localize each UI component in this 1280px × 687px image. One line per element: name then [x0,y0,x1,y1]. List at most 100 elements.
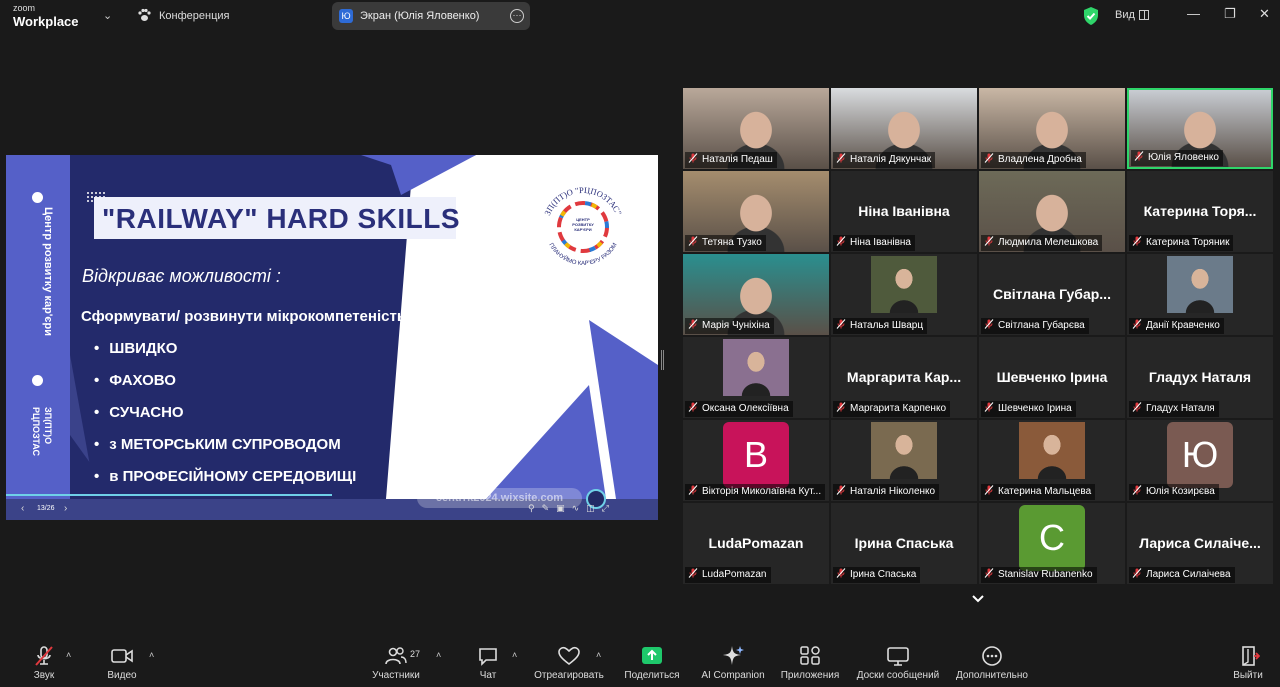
apps-button[interactable]: Приложения [776,637,844,687]
chat-button[interactable]: Чат [466,637,510,687]
chevron-down-icon[interactable]: ⌄ [103,9,112,22]
microphone-muted-icon [836,153,846,163]
close-icon[interactable]: ✕ [1259,6,1270,22]
microphone-muted-icon [1132,402,1142,412]
participant-tile[interactable]: Наталія Дякунчак [831,88,977,169]
next-slide-icon[interactable]: › [64,503,67,514]
sharer-avatar: Ю [339,9,353,23]
previous-slide-icon[interactable]: ‹ [21,503,24,514]
slide-title-box: "RAILWAY" HARD SKILLS [94,197,460,239]
participant-display-name: Маргарита Кар... [846,369,962,385]
participant-name-label: Ірина Спаська [833,567,921,583]
participant-display-name: Ніна Іванівна [858,203,950,219]
participant-name-label: Наталья Шварц [833,318,928,334]
participant-name-label: Світлана Губарєва [981,318,1089,334]
participant-display-name: Гладух Наталя [1148,369,1252,385]
slide-progress-bar [6,494,332,496]
participant-tile[interactable]: Світлана Губар... Світлана Губарєва [979,254,1125,335]
participant-tile[interactable]: Наталія Педаш [683,88,829,169]
view-menu-label[interactable]: Вид [1115,9,1135,21]
participant-tile[interactable]: С Stanislav Rubanenko [979,503,1125,584]
participant-name-label: Лариса Силаічева [1129,567,1235,583]
title-bar: zoom Workplace ⌄ Конференция Ю Экран (Юл… [0,0,1280,34]
video-options-chevron-icon[interactable]: ˄ [149,650,154,660]
participant-name: Юлія Яловенко [1148,152,1219,163]
participant-tile[interactable]: Ірина Спаська Ірина Спаська [831,503,977,584]
participant-tile[interactable]: Владлена Дробна [979,88,1125,169]
meeting-title[interactable]: Конференция [159,10,229,22]
participant-display-name: Світлана Губар... [993,286,1111,302]
microphone-muted-icon [35,646,53,666]
microphone-muted-icon [1132,485,1142,495]
react-options-chevron-icon[interactable]: ˄ [596,650,601,660]
participant-name: Гладух Наталя [1146,403,1215,414]
leave-button[interactable]: Выйти [1226,637,1270,687]
ai-companion-button[interactable]: AI Companion [696,637,770,687]
microphone-muted-icon [1132,319,1142,329]
participant-name-label: Наталія Педаш [685,152,777,168]
participant-tile[interactable]: Катерина Торя... Катерина Торяник [1127,171,1273,252]
participant-name-label: Stanislav Rubanenko [981,567,1097,583]
panel-splitter-handle[interactable] [661,350,664,370]
participant-tile[interactable]: Марія Чуніхіна [683,254,829,335]
participant-tile[interactable]: Шевченко Ірина Шевченко Ірина [979,337,1125,418]
screen-share-indicator[interactable]: Ю Экран (Юлія Яловенко) ··· [332,2,530,30]
participant-name: Лариса Силаічева [1146,569,1231,580]
microphone-muted-icon [984,485,994,495]
participant-tile[interactable]: Лариса Силаіче... Лариса Силаічева [1127,503,1273,584]
shared-screen[interactable]: Центр розвитку кар'єри ЗП(ПТ)О РЦПОЗТАС … [6,155,658,520]
participant-tile[interactable]: Юлія Яловенко [1127,88,1273,169]
participant-tile[interactable]: Ніна Іванівна Ніна Іванівна [831,171,977,252]
whiteboards-button[interactable]: Доски сообщений [850,637,946,687]
microphone-muted-icon [688,153,698,163]
participant-name-label: Людмила Мелешкова [981,235,1103,251]
chat-label: Чат [479,670,497,681]
microphone-muted-icon [836,568,846,578]
participants-label: Участники [372,670,420,681]
participant-tile[interactable]: Людмила Мелешкова [979,171,1125,252]
participant-display-name: Катерина Торя... [1143,203,1257,219]
participant-tile[interactable]: Маргарита Кар... Маргарита Карпенко [831,337,977,418]
mute-label: Звук [33,670,55,681]
participant-name: Катерина Торяник [1146,237,1230,248]
audio-options-chevron-icon[interactable]: ˄ [66,650,71,660]
participant-tile[interactable]: Тетяна Тузко [683,171,829,252]
apps-label: Приложения [780,670,840,681]
view-grid-icon[interactable] [1139,10,1149,20]
apps-icon [800,646,820,665]
meeting-toolbar: Звук ˄ Видео ˄ Участники 27 ˄ Чат ˄ Отре… [0,637,1280,687]
participant-tile[interactable]: В Вікторія Миколаївна Кут... [683,420,829,501]
participant-tile[interactable]: Гладух Наталя Гладух Наталя [1127,337,1273,418]
share-label: Поделиться [624,670,680,681]
participant-name: Світлана Губарєва [998,320,1085,331]
slide-tools-icons[interactable]: ⚲✎▣∿◫⤢ [528,503,616,514]
slide-bullet: ШВИДКО [94,338,356,370]
participant-name: Наталія Ніколенко [850,486,936,497]
participant-name: Наталія Педаш [702,154,773,165]
video-label: Видео [107,670,137,681]
participants-button[interactable]: Участники [366,637,426,687]
ai-companion-label: AI Companion [701,670,765,681]
participant-tile[interactable]: Наталія Ніколенко [831,420,977,501]
more-options-icon[interactable]: ··· [510,9,524,23]
participant-tile[interactable]: Наталья Шварц [831,254,977,335]
react-button[interactable]: Отреагировать [530,637,608,687]
chat-options-chevron-icon[interactable]: ˄ [512,650,517,660]
participant-name-label: Юлія Козирєва [1129,484,1219,500]
microphone-muted-icon [984,319,994,329]
participant-tile[interactable]: Данії Кравченко [1127,254,1273,335]
more-button[interactable]: Дополнительно [950,637,1034,687]
participants-options-chevron-icon[interactable]: ˄ [436,650,441,660]
chevron-down-icon[interactable] [970,592,986,606]
share-screen-button[interactable]: Поделиться [620,637,684,687]
minimize-icon[interactable]: — [1187,6,1200,21]
participant-tile[interactable]: LudaPomazan LudaPomazan [683,503,829,584]
video-button[interactable]: Видео [98,637,146,687]
restore-icon[interactable]: ❐ [1224,6,1236,22]
mute-button[interactable]: Звук [20,637,68,687]
participant-tile[interactable]: Катерина Мальцева [979,420,1125,501]
participant-name: Наталія Дякунчак [850,154,932,165]
participant-tile[interactable]: Оксана Олексіївна [683,337,829,418]
security-shield-icon[interactable] [1082,6,1100,26]
participant-tile[interactable]: Ю Юлія Козирєва [1127,420,1273,501]
